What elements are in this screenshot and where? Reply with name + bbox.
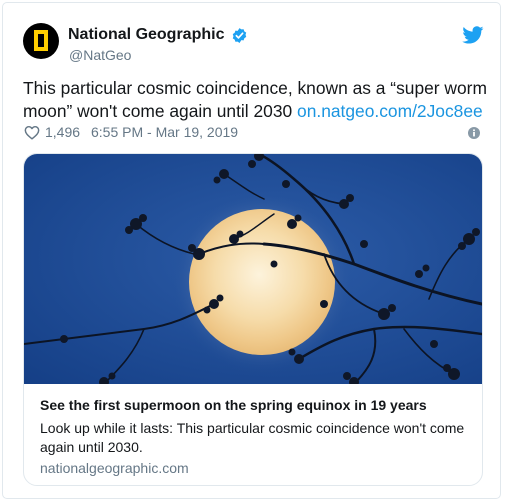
card-image[interactable] (24, 154, 482, 384)
author-handle[interactable]: @NatGeo (69, 47, 131, 63)
tweet-embed: National Geographic @NatGeo This particu… (2, 2, 501, 499)
tweet-text: This particular cosmic coincidence, know… (23, 77, 493, 123)
card-title[interactable]: See the first supermoon on the spring eq… (40, 397, 427, 413)
heart-icon[interactable] (24, 125, 40, 140)
author-avatar[interactable] (23, 23, 59, 59)
link-card[interactable]: See the first supermoon on the spring eq… (23, 153, 483, 486)
author-display-name[interactable]: National Geographic (68, 26, 224, 44)
tweet-timestamp[interactable]: 6:55 PM - Mar 19, 2019 (91, 124, 238, 140)
card-domain[interactable]: nationalgeographic.com (40, 460, 189, 476)
twitter-bird-icon[interactable] (462, 26, 484, 44)
card-description: Look up while it lasts: This particular … (40, 420, 465, 455)
tweet-link[interactable]: on.natgeo.com/2Joc8ee (297, 101, 483, 121)
full-moon-icon (189, 209, 335, 355)
verified-badge-icon (232, 28, 247, 43)
info-icon[interactable] (468, 127, 480, 139)
like-count[interactable]: 1,496 (45, 124, 80, 140)
natgeo-logo-icon (34, 30, 48, 51)
